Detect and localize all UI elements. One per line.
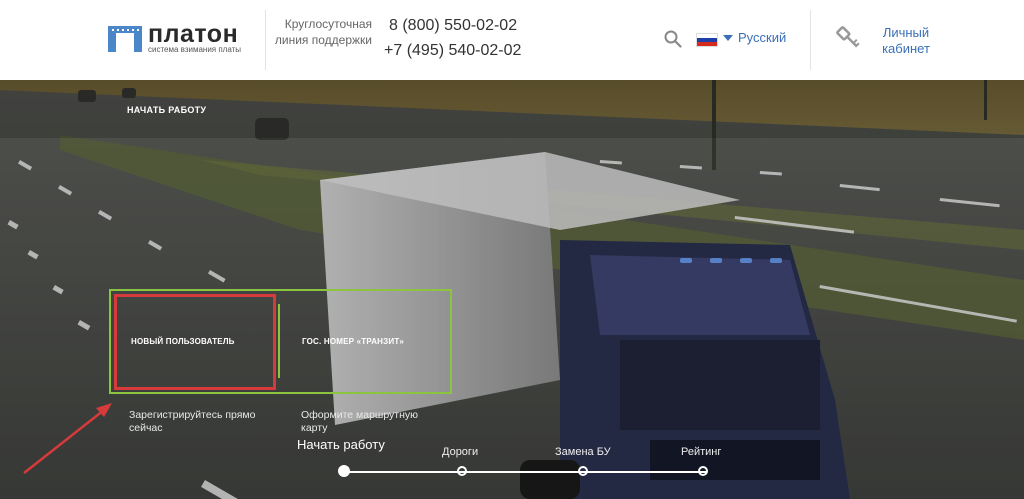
support-label: Круглосуточная линия поддержки [274,17,372,47]
chevron-down-icon[interactable] [723,35,733,41]
logo-mark-icon [108,26,142,52]
support-phone-1[interactable]: 8 (800) 550-02-02 [389,17,517,35]
step-dot[interactable] [457,466,467,476]
ru-flag-icon[interactable] [696,33,718,47]
step-dot[interactable] [338,465,350,477]
support-phone-2[interactable]: +7 (495) 540-02-02 [384,42,521,60]
new-user-option[interactable]: НОВЫЙ ПОЛЬЗОВАТЕЛЬ [131,337,235,346]
steps-track [344,471,706,473]
header-divider [265,10,266,70]
step-dot[interactable] [698,466,708,476]
search-icon[interactable] [664,30,682,48]
transit-plate-description: Оформите маршрутную карту [301,409,419,434]
step-roads[interactable]: Дороги [442,446,478,458]
step-obu-replacement[interactable]: Замена БУ [555,446,611,458]
step-dot[interactable] [578,466,588,476]
key-icon[interactable] [834,24,864,54]
new-user-description: Зарегистрируйтесь прямо сейчас [129,409,256,434]
site-header: платон система взимания платы Круглосуто… [0,0,1024,80]
logo-subtitle: система взимания платы [148,45,242,54]
step-start[interactable]: Начать работу [297,437,385,452]
hero-section: НАЧАТЬ РАБОТУ НОВЫЙ ПОЛЬЗОВАТЕЛЬ ГОС. НО… [0,80,1024,499]
breadcrumb[interactable]: НАЧАТЬ РАБОТУ [127,105,206,115]
logo[interactable]: платон система взимания платы [108,20,248,56]
transit-plate-option[interactable]: ГОС. НОМЕР «ТРАНЗИТ» [302,337,404,346]
option-divider [278,304,280,378]
header-divider [810,10,811,70]
language-selector[interactable]: Русский [738,30,786,45]
step-rating[interactable]: Рейтинг [681,446,721,458]
personal-cabinet-link[interactable]: Личный кабинет [878,25,934,57]
